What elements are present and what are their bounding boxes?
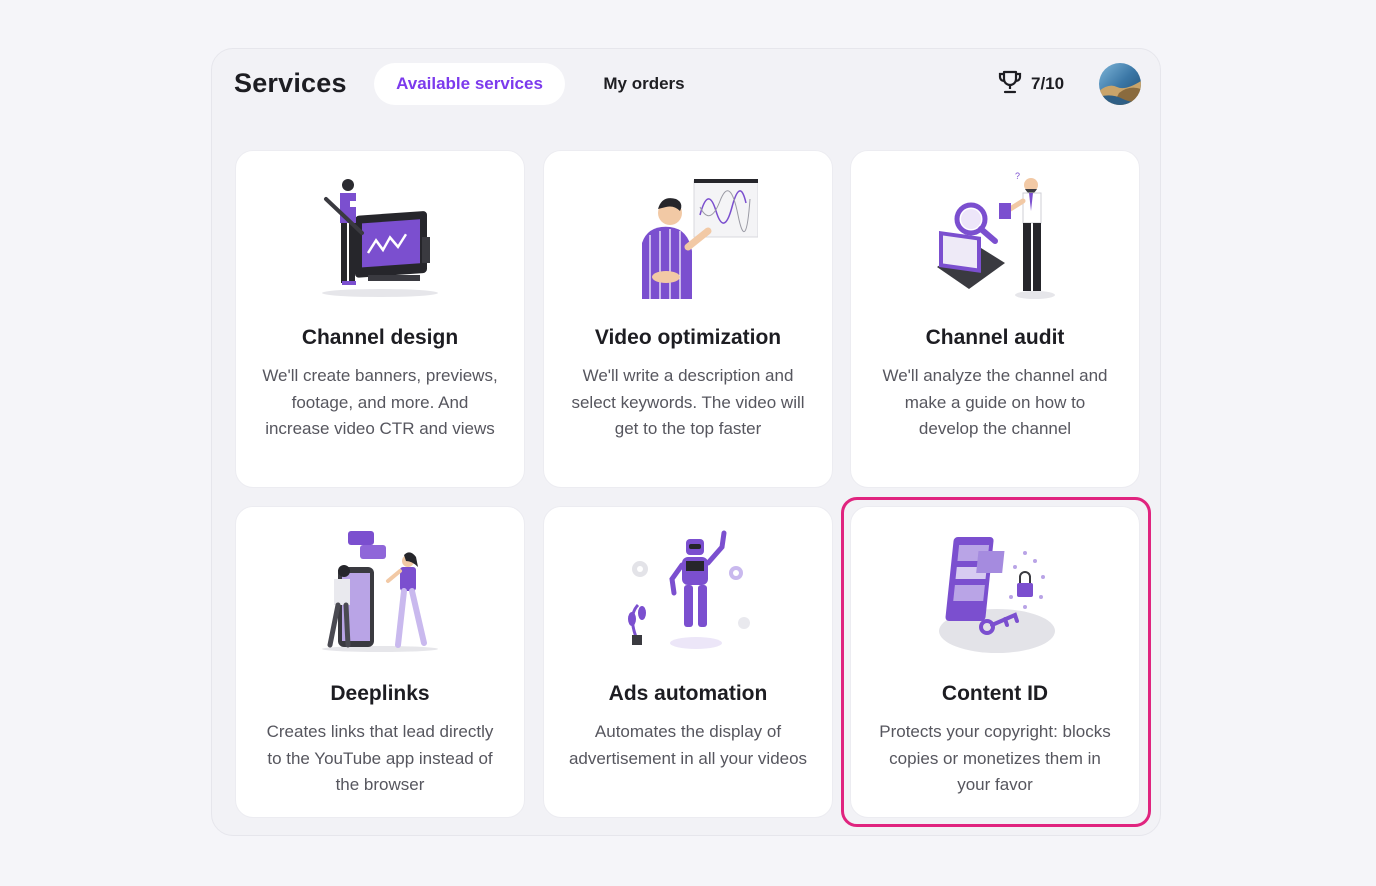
service-card-deeplinks[interactable]: Deeplinks Creates links that lead direct…	[235, 506, 525, 818]
service-description: Creates links that lead directly to the …	[266, 722, 494, 794]
service-description: Protects your copyright: blocks copies o…	[879, 722, 1111, 794]
robot-illustration	[544, 527, 832, 667]
score-value: 7/10	[1031, 74, 1065, 93]
service-card-content-id[interactable]: Content ID Protects your copyright: bloc…	[850, 506, 1140, 818]
service-title: Content ID	[941, 682, 1049, 705]
service-description: Automates the display of advertisement i…	[568, 722, 808, 768]
tab-my-orders[interactable]: My orders	[582, 63, 706, 105]
service-title: Video optimization	[594, 326, 782, 349]
service-description: We'll analyze the channel and make a gui…	[882, 366, 1108, 438]
page-title: Services	[234, 68, 347, 98]
service-title: Channel design	[301, 326, 459, 349]
tab-available-services[interactable]: Available services	[374, 63, 565, 105]
magnifier-audit-illustration: ?	[851, 171, 1139, 311]
designer-tablet-illustration	[236, 171, 524, 311]
user-avatar[interactable]	[1099, 63, 1141, 105]
service-card-video-optimization[interactable]: Video optimization We'll write a descrip…	[543, 150, 833, 488]
lock-key-illustration	[851, 527, 1139, 667]
presenter-chart-illustration	[544, 171, 832, 311]
service-card-ads-automation[interactable]: Ads automation Automates the display of …	[543, 506, 833, 818]
service-description: We'll create banners, previews, footage,…	[262, 366, 498, 438]
trophy-icon	[997, 69, 1023, 100]
page: Services Available services My orders 7/…	[0, 0, 1376, 886]
service-card-channel-audit[interactable]: ? Channel audit We'll analyze the channe…	[850, 150, 1140, 488]
service-title: Channel audit	[925, 326, 1065, 349]
service-title: Ads automation	[608, 682, 768, 705]
service-card-channel-design[interactable]: Channel design We'll create banners, pre…	[235, 150, 525, 488]
score-indicator: 7/10	[997, 68, 1064, 100]
phone-chat-illustration	[236, 527, 524, 667]
service-description: We'll write a description and select key…	[571, 366, 805, 438]
svg-text:?: ?	[1015, 171, 1020, 181]
service-title: Deeplinks	[330, 682, 430, 705]
